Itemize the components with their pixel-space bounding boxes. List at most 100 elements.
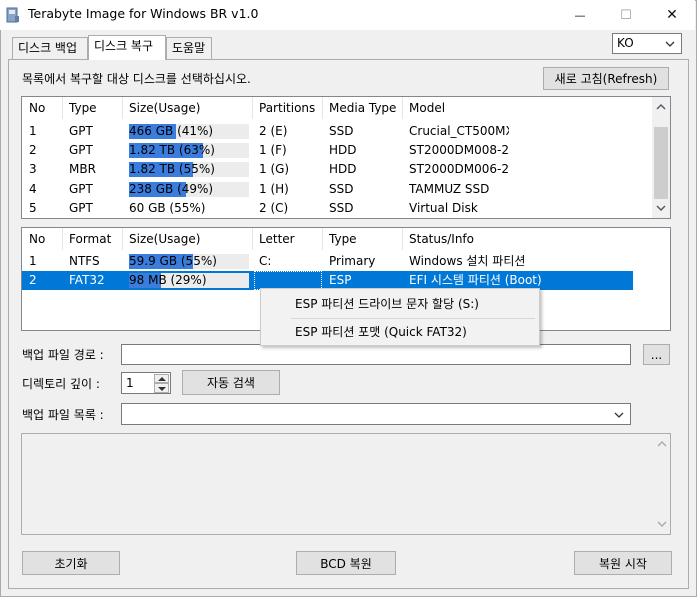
depth-value: 1	[126, 376, 134, 390]
column-header[interactable]: Size(Usage)	[129, 97, 200, 119]
column-header[interactable]: No	[29, 228, 45, 250]
table-row[interactable]: 3MBR1.82 TB (55%)1 (G)HDDST2000DM006-2DM…	[22, 160, 652, 179]
partition-table-header: No Format Size(Usage) Letter Type Status…	[22, 228, 670, 250]
cell-size: 98 MB (29%)	[129, 271, 253, 290]
depth-label: 디렉토리 깊이 :	[22, 377, 100, 391]
close-icon: ✕	[666, 7, 678, 23]
column-header[interactable]: Media Type	[329, 97, 396, 119]
column-header[interactable]: Status/Info	[409, 228, 474, 250]
start-restore-label: 복원 시작	[599, 556, 647, 571]
tab-help[interactable]: 도움말	[166, 37, 212, 59]
cell-size: 60 GB (55%)	[129, 199, 253, 218]
depth-up-button[interactable]	[154, 374, 169, 383]
minimize-button[interactable]: —	[557, 0, 603, 30]
chevron-down-icon	[665, 41, 675, 47]
reset-label: 초기화	[54, 556, 88, 571]
cell-size: 466 GB (41%)	[129, 122, 253, 141]
scroll-up-icon[interactable]	[657, 440, 667, 447]
arrow-up-icon	[158, 377, 166, 381]
minimize-icon: —	[574, 8, 586, 22]
backup-path-label: 백업 파일 경로 :	[22, 348, 104, 362]
cell-model: TAMMUZ SSD	[409, 181, 490, 196]
language-value: KO	[617, 36, 634, 50]
column-header[interactable]: Model	[409, 97, 445, 119]
table-row[interactable]: 5 GPT 60 GB (55%) 2 (C) SSD Virtual Disk	[22, 199, 652, 218]
scroll-thumb[interactable]	[654, 127, 668, 199]
backup-list-select[interactable]	[121, 403, 631, 425]
log-scrollbar[interactable]	[653, 434, 670, 534]
menu-item-format-esp[interactable]: ESP 파티션 포맷 (Quick FAT32)	[261, 318, 539, 346]
table-row[interactable]: 1GPT466 GB (41%)2 (E)SSDCrucial_CT500MX2…	[22, 122, 652, 141]
cell-text: 466 GB (41%)	[129, 124, 214, 138]
title-bar[interactable]: Terabyte Image for Windows BR v1.0 — ☐ ✕	[0, 0, 695, 30]
disk-table-scrollbar[interactable]	[652, 97, 670, 218]
cell-model: ST2000DM008-2FR102	[409, 143, 509, 158]
cell-size: 59.9 GB (55%)	[129, 252, 253, 271]
cell-model: Crucial_CT500MX200SSD1	[409, 124, 509, 138]
bcd-restore-label: BCD 복원	[320, 556, 372, 571]
close-button[interactable]: ✕	[649, 0, 695, 30]
menu-item-label: ESP 파티션 포맷 (Quick FAT32)	[295, 325, 467, 339]
browse-label: ...	[650, 347, 663, 362]
maximize-button[interactable]: ☐	[603, 0, 649, 30]
cell-text: 98 MB (29%)	[129, 273, 207, 287]
cell-text: 238 GB (49%)	[129, 181, 214, 196]
cell-text: 60 GB (55%)	[129, 200, 206, 215]
log-area[interactable]	[21, 433, 671, 535]
cell-model: Virtual Disk	[409, 200, 478, 215]
menu-item-label: ESP 파티션 드라이브 문자 할당 (S:)	[295, 297, 479, 311]
cell-format: NTFS	[69, 254, 100, 268]
cell-text: 1.82 TB (55%)	[129, 162, 215, 177]
column-header[interactable]: Partitions	[259, 97, 315, 119]
cell-size: 1.82 TB (55%)	[129, 160, 253, 179]
auto-search-label: 자동 검색	[207, 376, 255, 390]
maximize-icon: ☐	[620, 7, 632, 23]
window-title: Terabyte Image for Windows BR v1.0	[28, 6, 259, 21]
refresh-label: 새로 고침(Refresh)	[554, 72, 658, 86]
context-menu: ESP 파티션 드라이브 문자 할당 (S:) ESP 파티션 포맷 (Quic…	[260, 288, 540, 346]
bcd-restore-button[interactable]: BCD 복원	[296, 551, 396, 575]
cell-text: 59.9 GB (55%)	[129, 254, 217, 268]
instruction-text: 목록에서 복구할 대상 디스크를 선택하십시오.	[22, 72, 251, 86]
menu-item-assign-letter[interactable]: ESP 파티션 드라이브 문자 할당 (S:)	[261, 290, 539, 318]
cell-format: FAT32	[69, 273, 105, 287]
start-restore-button[interactable]: 복원 시작	[574, 551, 672, 575]
cell-info: Windows 설치 파티션	[409, 254, 526, 268]
column-header[interactable]: Letter	[259, 228, 295, 250]
table-row[interactable]: 2GPT1.82 TB (63%)1 (F)HDDST2000DM008-2FR…	[22, 141, 652, 160]
column-header[interactable]: Type	[329, 228, 357, 250]
depth-stepper[interactable]: 1	[121, 372, 171, 394]
scroll-down-icon[interactable]	[657, 521, 667, 528]
tab-disk-backup[interactable]: 디스크 백업	[12, 37, 88, 59]
table-row[interactable]: 4 GPT 238 GB (49%) 1 (H) SSD TAMMUZ SSD	[22, 180, 652, 199]
backup-list-label: 백업 파일 목록 :	[22, 408, 104, 422]
scroll-up-icon[interactable]	[656, 103, 666, 110]
browse-button[interactable]: ...	[643, 344, 670, 365]
disk-table-header: No Type Size(Usage) Partitions Media Typ…	[22, 97, 652, 119]
column-header[interactable]: Format	[69, 228, 111, 250]
tab-label: 디스크 백업	[18, 41, 78, 55]
cell-size: 1.82 TB (63%)	[129, 141, 253, 160]
disk-table[interactable]: No Type Size(Usage) Partitions Media Typ…	[21, 96, 671, 219]
refresh-button[interactable]: 새로 고침(Refresh)	[543, 67, 669, 90]
scroll-down-icon[interactable]	[656, 205, 666, 212]
tab-label: 디스크 복구	[94, 39, 154, 53]
cell-text: 1.82 TB (63%)	[129, 143, 215, 158]
column-header[interactable]: Type	[69, 97, 97, 119]
cell-model: ST2000DM006-2DM164	[409, 162, 509, 177]
chevron-down-icon	[614, 412, 624, 418]
backup-path-input[interactable]	[121, 344, 631, 365]
auto-search-button[interactable]: 자동 검색	[182, 370, 280, 395]
depth-down-button[interactable]	[154, 383, 169, 393]
app-disk-icon	[6, 7, 19, 23]
language-select[interactable]: KO	[612, 33, 682, 54]
tab-disk-restore[interactable]: 디스크 복구	[88, 35, 166, 60]
cell-letter: C:	[259, 254, 272, 268]
tab-label: 도움말	[172, 41, 206, 55]
column-header[interactable]: Size(Usage)	[129, 228, 200, 250]
arrow-down-icon	[158, 387, 166, 391]
reset-button[interactable]: 초기화	[22, 551, 120, 575]
table-row[interactable]: 1 NTFS 59.9 GB (55%) C: Primary Windows 설치 파티…	[22, 252, 633, 271]
cell-size: 238 GB (49%)	[129, 180, 253, 199]
column-header[interactable]: No	[29, 97, 45, 119]
